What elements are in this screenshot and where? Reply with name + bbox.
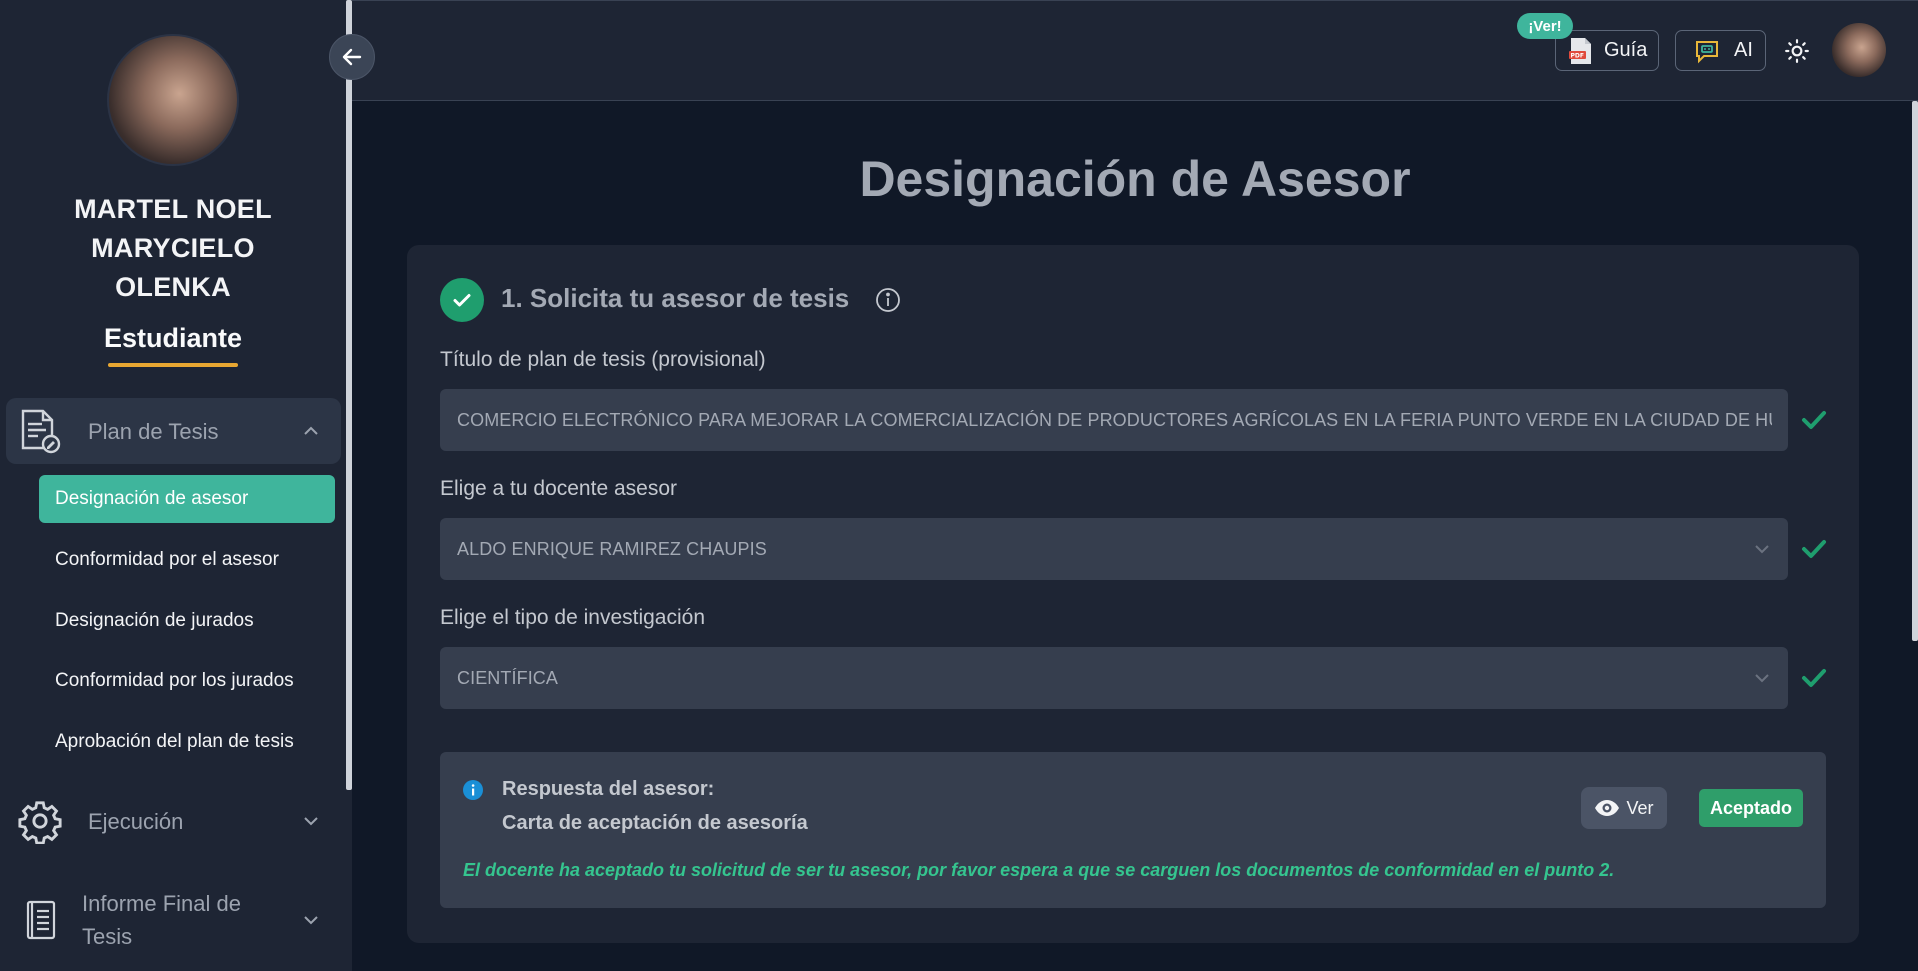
chevron-down-icon [1752, 544, 1772, 554]
research-type-label: Elige el tipo de investigación [440, 606, 706, 629]
arrow-left-icon [340, 45, 364, 69]
research-type-value: CIENTÍFICA [457, 667, 559, 688]
user-role: Estudiante [103, 323, 243, 353]
nav-group-label: Ejecución [88, 808, 184, 834]
page-title: Designación de Asesor [859, 151, 1411, 207]
user-name-line: MARYCIELO [91, 233, 255, 263]
nav-group-label-line: Tesis [82, 924, 133, 949]
info-icon[interactable] [875, 287, 901, 313]
sidebar-item-designacion-jurados[interactable]: Designación de jurados [39, 597, 335, 645]
sidebar-item-designacion-asesor[interactable]: Designación de asesor [39, 475, 335, 523]
sun-icon [1784, 38, 1810, 64]
chevron-down-icon [1752, 673, 1772, 683]
nav-group-ejecucion[interactable]: Ejecución [6, 788, 341, 854]
step-completed-icon [440, 278, 484, 322]
nav-group-informe-final[interactable]: Informe Final de Tesis [6, 884, 341, 956]
sidebar-collapse-button[interactable] [329, 34, 375, 80]
ai-assistant-button[interactable]: AI [1675, 30, 1766, 71]
ai-label: AI [1734, 39, 1753, 61]
research-type-select[interactable]: CIENTÍFICA [440, 647, 1788, 709]
check-icon [1800, 406, 1828, 434]
check-icon [1800, 535, 1828, 563]
advisor-select-value: ALDO ENRIQUE RAMIREZ CHAUPIS [457, 538, 767, 559]
theme-toggle-button[interactable] [1782, 36, 1812, 66]
document-edit-icon [16, 407, 64, 455]
gear-icon [16, 797, 64, 845]
sidebar-item-aprobacion-plan[interactable]: Aprobación del plan de tesis [39, 718, 335, 766]
pdf-icon: PDF [1568, 37, 1594, 65]
response-document-name: Carta de aceptación de asesoría [502, 812, 808, 834]
guide-label: Guía [1604, 39, 1648, 61]
nav-group-label: Plan de Tesis [88, 418, 219, 444]
svg-text:PDF: PDF [1571, 52, 1584, 59]
user-avatar-menu[interactable] [1832, 23, 1886, 77]
book-icon [16, 896, 64, 944]
response-message: El docente ha aceptado tu solicitud de s… [463, 860, 1615, 880]
page-scrollbar[interactable] [1912, 101, 1918, 641]
nav-group-plan-de-tesis[interactable]: Plan de Tesis [6, 398, 341, 464]
step-title: 1. Solicita tu asesor de tesis [501, 283, 850, 313]
sidebar-scrollbar[interactable] [346, 0, 352, 790]
thesis-title-value: COMERCIO ELECTRÓNICO PARA MEJORAR LA COM… [457, 409, 1772, 430]
user-name-line: OLENKA [115, 272, 231, 302]
user-avatar [107, 34, 239, 166]
status-badge: Aceptado [1699, 789, 1803, 827]
view-document-button[interactable]: Ver [1581, 787, 1667, 829]
sidebar: MARTEL NOEL MARYCIELO OLENKA Estudiante … [0, 0, 352, 971]
sidebar-item-conformidad-asesor[interactable]: Conformidad por el asesor [39, 536, 335, 584]
view-label: Ver [1626, 797, 1654, 818]
guide-new-badge[interactable]: ¡Ver! [1517, 13, 1573, 39]
advisor-select[interactable]: ALDO ENRIQUE RAMIREZ CHAUPIS [440, 518, 1788, 580]
guide-button[interactable]: PDF Guía [1555, 30, 1659, 71]
ai-bot-icon [1694, 38, 1720, 64]
thesis-title-field[interactable]: COMERCIO ELECTRÓNICO PARA MEJORAR LA COM… [440, 389, 1788, 451]
nav-group-label: Informe Final de Tesis [82, 887, 299, 953]
chevron-down-icon [299, 816, 323, 826]
role-underline [108, 363, 238, 367]
chevron-up-icon [299, 426, 323, 436]
response-title: Respuesta del asesor: [502, 778, 715, 800]
info-filled-icon [462, 779, 484, 801]
check-icon [1800, 664, 1828, 692]
thesis-title-label: Título de plan de tesis (provisional) [440, 348, 766, 371]
chevron-down-icon [299, 915, 323, 925]
nav-group-label-line: Informe Final de [82, 891, 241, 916]
eye-icon [1594, 799, 1620, 817]
user-name: MARTEL NOEL MARYCIELO OLENKA [0, 190, 346, 307]
advisor-label: Elige a tu docente asesor [440, 477, 677, 500]
sidebar-item-conformidad-jurados[interactable]: Conformidad por los jurados [39, 657, 335, 705]
user-name-line: MARTEL NOEL [74, 194, 272, 224]
